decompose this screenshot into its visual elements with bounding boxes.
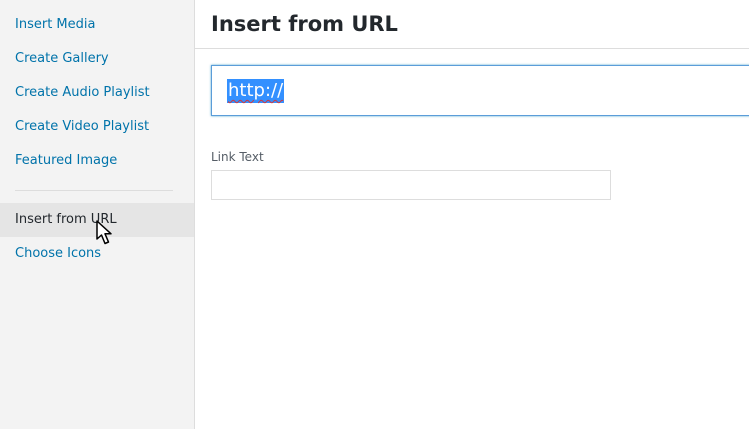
sidebar-item-featured-image[interactable]: Featured Image [0, 144, 194, 178]
url-input[interactable]: http:// [211, 65, 749, 116]
sidebar-item-create-video-playlist[interactable]: Create Video Playlist [0, 110, 194, 144]
frame-header: Insert from URL [195, 0, 749, 49]
link-text-label: Link Text [211, 150, 264, 164]
sidebar-separator [15, 190, 173, 191]
mouse-pointer-icon [96, 220, 112, 245]
page-title: Insert from URL [211, 12, 398, 36]
sidebar-item-create-gallery[interactable]: Create Gallery [0, 42, 194, 76]
sidebar-item-create-audio-playlist[interactable]: Create Audio Playlist [0, 76, 194, 110]
link-text-input[interactable] [211, 170, 611, 200]
main-panel: Insert from URL http:// Link Text [195, 0, 749, 429]
sidebar-item-insert-media[interactable]: Insert Media [0, 8, 194, 42]
url-input-value: http:// [227, 79, 285, 103]
media-sidebar: Insert Media Create Gallery Create Audio… [0, 0, 195, 429]
